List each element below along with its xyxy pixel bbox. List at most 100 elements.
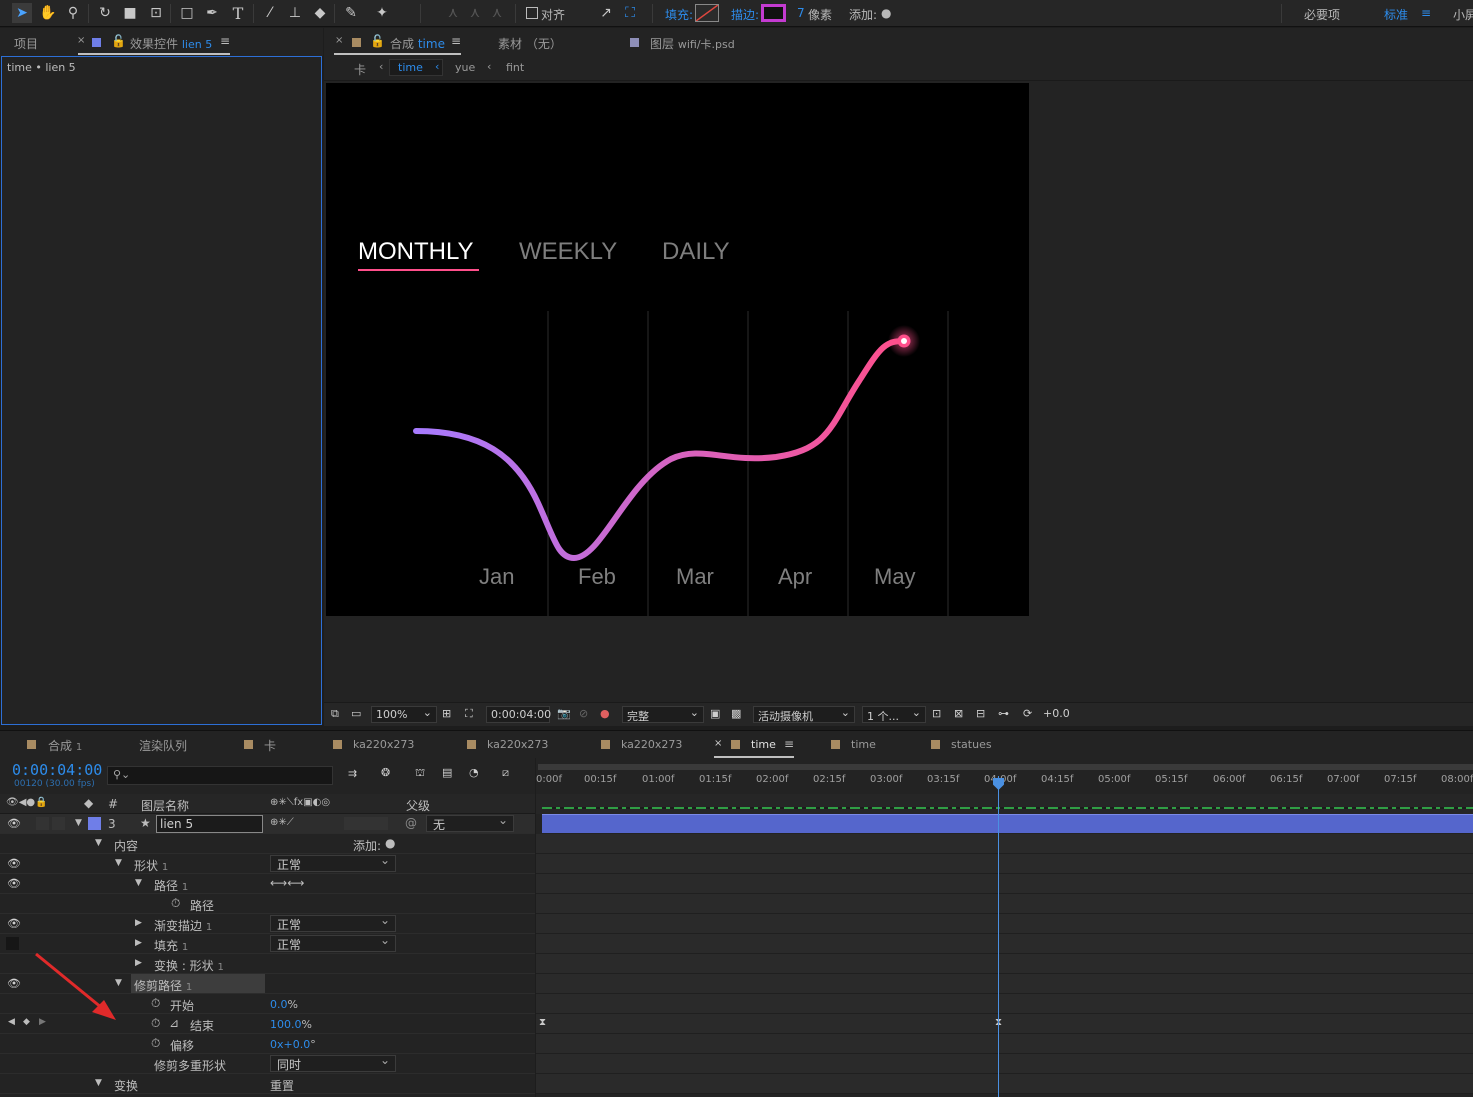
current-time[interactable]: 0:00:04:00 <box>12 761 102 779</box>
views-dropdown[interactable]: 1 个... ⌄ <box>862 706 926 723</box>
col-parent[interactable]: 父级 <box>406 797 430 814</box>
comp-mini-flowchart-icon[interactable]: ⇉ <box>348 767 357 780</box>
expand-triangle-icon[interactable]: ▼ <box>95 838 102 848</box>
tab-time-active[interactable]: time <box>751 738 776 751</box>
region-of-interest-icon[interactable]: ▣ <box>710 707 720 720</box>
workspace-essentials[interactable]: 必要项 <box>1304 6 1340 23</box>
collapse-triangle-icon[interactable]: ▶ <box>135 938 142 948</box>
roto-brush-tool-icon[interactable]: ✎ <box>341 3 361 23</box>
shape1-blend-dropdown[interactable]: 正常 <box>270 853 396 872</box>
transparency-grid-icon[interactable]: ▩ <box>731 707 741 720</box>
prop-row-shape1[interactable]: 👁 ▼ 形状 1 正常 <box>0 853 535 874</box>
snapshot-icon[interactable]: 📷 <box>557 707 571 720</box>
always-preview-icon[interactable]: ⧉ <box>331 707 339 721</box>
exposure-value[interactable]: +0.0 <box>1043 707 1070 720</box>
snap-target-icon[interactable]: ⛶ <box>620 3 640 23</box>
fill-blend-dropdown[interactable]: 正常 <box>270 933 396 952</box>
fast-preview-icon[interactable]: ⊠ <box>954 707 963 720</box>
snapping-checkbox[interactable] <box>526 7 538 19</box>
nav-item-2[interactable]: yue <box>455 61 475 74</box>
camera-dropdown[interactable]: 活动摄像机 ⌄ <box>753 706 855 723</box>
local-axis-icon[interactable]: ⋏ <box>443 3 463 23</box>
prop-row-contents[interactable]: ▼ 内容 添加: ● <box>0 834 535 854</box>
clone-stamp-tool-icon[interactable]: ⊥ <box>285 3 305 23</box>
tab-composition[interactable]: 合成 time <box>390 35 445 52</box>
tab-comp-1[interactable]: 合成 1 <box>48 737 82 754</box>
start-value[interactable]: 0.0% <box>270 998 298 1011</box>
snap-option-icon[interactable]: ↗ <box>596 3 616 23</box>
gradient-stroke-blend-dropdown[interactable]: 正常 <box>270 913 396 932</box>
expand-triangle-icon[interactable]: ▼ <box>95 1078 102 1088</box>
brush-tool-icon[interactable]: ⁄ <box>260 3 280 23</box>
channel-icon[interactable]: ● <box>600 707 610 720</box>
tab-time-b[interactable]: time <box>851 738 876 751</box>
nav-item-active[interactable]: time ‹ <box>389 59 443 76</box>
current-time-display[interactable]: 0:00:04:00 <box>486 706 551 723</box>
col-layer-name[interactable]: 图层名称 <box>141 797 189 814</box>
workspace-standard[interactable]: 标准 <box>1384 6 1408 23</box>
fit-icon[interactable]: ⊞ <box>442 707 451 720</box>
stopwatch-icon[interactable]: ⏱ <box>171 896 180 911</box>
panel-menu-icon[interactable]: ≡ <box>784 737 794 751</box>
add-keyframe-icon[interactable]: ◆ <box>23 1017 30 1027</box>
prop-row-transform[interactable]: ▼ 变换 重置 <box>0 1074 535 1094</box>
collapse-triangle-icon[interactable]: ▶ <box>135 958 142 968</box>
composition-viewer[interactable]: MONTHLY WEEKLY DAILY Jan Feb Mar Apr May <box>324 81 1473 702</box>
fill-swatch[interactable] <box>695 4 719 22</box>
workspace-menu-icon[interactable]: ≡ <box>1421 6 1431 20</box>
eye-icon[interactable]: 👁 <box>7 977 21 990</box>
layer-switches-icon[interactable]: ⊕✳⟋ <box>270 817 294 828</box>
tab-layer[interactable]: 图层 wifi/卡.psd <box>650 35 735 52</box>
close-icon[interactable]: × <box>77 35 85 46</box>
tab-ka220x273-c[interactable]: ka220x273 <box>621 738 682 751</box>
stopwatch-active-icon[interactable]: ⏱ <box>151 1016 160 1031</box>
keyframe-icon[interactable]: ⧗ <box>539 1017 546 1028</box>
type-tool-icon[interactable]: T <box>228 3 248 23</box>
time-ruler[interactable]: 0:00f 00:15f 01:00f 01:15f 02:00f 02:15f… <box>536 758 1473 794</box>
tab-effects[interactable]: 效果控件 lien 5 <box>130 35 212 52</box>
trim-multiple-dropdown[interactable]: 同时 <box>270 1053 396 1072</box>
toggle-pixel-icon[interactable]: ⊡ <box>932 707 941 720</box>
lock-switch[interactable] <box>52 817 65 830</box>
tab-ka220x273-a[interactable]: ka220x273 <box>353 738 414 751</box>
puppet-pin-tool-icon[interactable]: ✦ <box>372 3 392 23</box>
timeline-tracks[interactable]: 0:00f 00:15f 01:00f 01:15f 02:00f 02:15f… <box>536 758 1473 1097</box>
label-color-swatch[interactable] <box>88 817 101 830</box>
tab-footage[interactable]: 素材 （无） <box>498 35 562 52</box>
lock-icon[interactable]: 🔓 <box>111 34 126 48</box>
monitor-icon[interactable]: ▭ <box>351 707 361 720</box>
selection-tool-icon[interactable]: ➤ <box>12 3 32 23</box>
expand-triangle-icon[interactable]: ▼ <box>115 858 122 868</box>
close-icon[interactable]: × <box>335 35 343 46</box>
panel-menu-icon[interactable]: ≡ <box>451 34 461 48</box>
stroke-label[interactable]: 描边: <box>731 6 759 23</box>
layer-switch-boxes[interactable] <box>344 817 388 830</box>
draft-3d-icon[interactable]: ❂ <box>381 766 390 779</box>
av-switches-icon[interactable]: 👁◀●🔒 <box>6 797 48 808</box>
offset-value[interactable]: 0x+0.0° <box>270 1038 316 1051</box>
parent-dropdown[interactable]: 无 <box>426 813 514 832</box>
workspace-small[interactable]: 小屏 <box>1453 6 1473 23</box>
zoom-dropdown[interactable]: 100% ⌄ <box>371 706 437 723</box>
composition-canvas[interactable]: MONTHLY WEEKLY DAILY Jan Feb Mar Apr May <box>326 83 1029 616</box>
view-axis-icon[interactable]: ⋏ <box>487 3 507 23</box>
label-icon[interactable]: ◆ <box>84 796 93 810</box>
expand-triangle-icon[interactable]: ▼ <box>135 878 142 888</box>
expand-triangle-icon[interactable]: ▼ <box>75 818 82 828</box>
stroke-width-value[interactable]: 7 <box>797 6 805 20</box>
prop-row-offset[interactable]: ⏱ 偏移 0x+0.0° <box>0 1034 535 1054</box>
tab-project[interactable]: 项目 <box>14 35 38 52</box>
work-area-bar[interactable] <box>538 764 1473 770</box>
shy-layers-icon[interactable]: ⛫ <box>415 766 425 781</box>
prop-row-path1[interactable]: 👁 ▼ 路径 1 ⟷⟷ <box>0 874 535 894</box>
add-button-icon[interactable]: ● <box>881 6 891 20</box>
prop-row-gradient-stroke[interactable]: 👁 ▶ 渐变描边 1 正常 <box>0 913 535 934</box>
tab-statues[interactable]: statues <box>951 738 992 751</box>
layer-search-input[interactable]: ⚲⌄ <box>107 766 333 785</box>
graph-editor-icon[interactable]: ⧄ <box>502 766 509 780</box>
pen-tool-icon[interactable]: ✒ <box>202 3 222 23</box>
panel-menu-icon[interactable]: ≡ <box>220 34 230 48</box>
collapse-triangle-icon[interactable]: ▶ <box>135 918 142 928</box>
show-snapshot-icon[interactable]: ⊘ <box>579 707 588 720</box>
reset-exposure-icon[interactable]: ⟳ <box>1023 707 1032 720</box>
